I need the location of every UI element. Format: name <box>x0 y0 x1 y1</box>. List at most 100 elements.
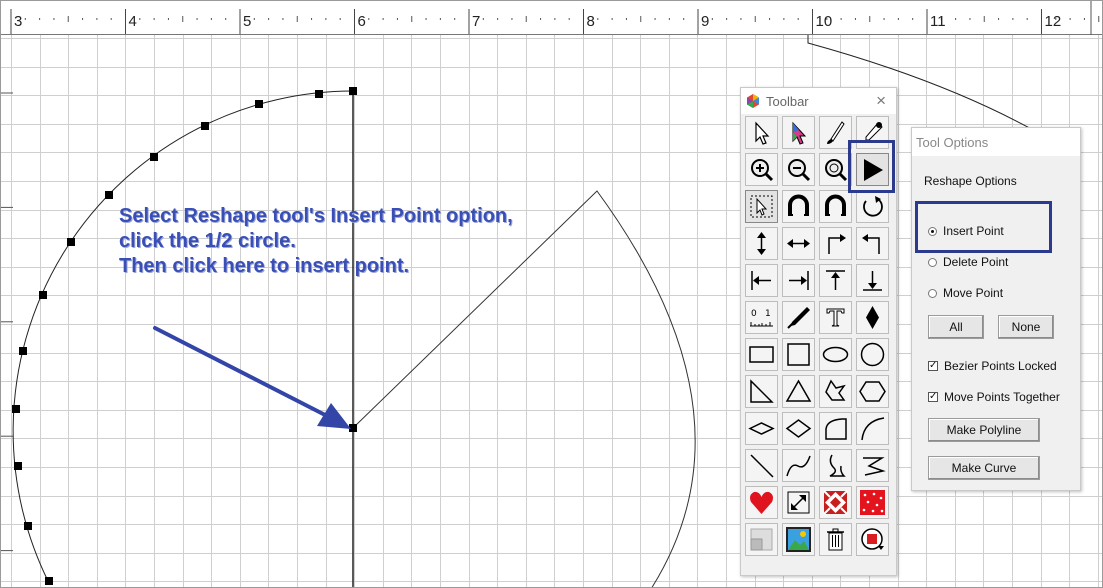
zoom-in-tool-button[interactable] <box>745 153 778 186</box>
ruler-number: 4 <box>128 13 137 30</box>
delete-point-label: Delete Point <box>943 255 1009 269</box>
close-icon[interactable]: × <box>876 91 886 111</box>
quarter-circle-icon <box>825 418 847 440</box>
triangle-icon <box>785 379 812 402</box>
rotate-icon <box>863 196 883 217</box>
move-point-radio[interactable]: Move Point <box>928 286 1003 300</box>
quarter-circle-tool-button[interactable] <box>819 412 852 445</box>
reshape-tool-highlight <box>848 140 895 193</box>
color-select-arrow-tool-button[interactable] <box>782 116 815 149</box>
select-box-tool-button[interactable] <box>745 190 778 223</box>
align-left-tool-button[interactable] <box>745 264 778 297</box>
s-curve-tool-button[interactable] <box>782 449 815 482</box>
move-point-label: Move Point <box>943 286 1004 300</box>
rectangle-icon <box>749 346 774 363</box>
resize-icon <box>787 491 810 514</box>
align-right-icon <box>789 271 809 290</box>
color-select-arrow-icon <box>792 121 807 145</box>
text-tool-icon <box>826 308 845 327</box>
arc-node-point <box>255 100 263 108</box>
move-point-radio-circle[interactable] <box>928 288 937 298</box>
make-polyline-button[interactable]: Make Polyline <box>928 418 1040 442</box>
arc-reverse-tool-button[interactable] <box>819 190 852 223</box>
knife-icon <box>787 307 810 329</box>
bezier-points-locked-checkbox[interactable]: ✓ Bezier Points Locked <box>928 359 1057 373</box>
arc-node-point <box>315 90 323 98</box>
align-top-tool-button[interactable] <box>819 264 852 297</box>
ellipse-tool-button[interactable] <box>819 338 852 371</box>
freehand-tool-button[interactable] <box>819 449 852 482</box>
tool-options-title: Tool Options <box>912 128 1080 156</box>
svg-text:1: 1 <box>765 309 771 319</box>
heart-tool-button[interactable] <box>745 486 778 519</box>
ruler-tool-button[interactable]: 01 <box>745 301 778 334</box>
select-arrow-icon <box>755 121 770 145</box>
arc-reverse-icon <box>825 194 846 216</box>
zoom-fit-icon <box>825 159 848 182</box>
right-triangle-tool-button[interactable] <box>745 375 778 408</box>
ruler-number: 10 <box>815 13 833 30</box>
zigzag-tool-button[interactable] <box>856 449 889 482</box>
bezier-checkbox-box[interactable]: ✓ <box>928 361 938 371</box>
arc-magnet-tool-button[interactable] <box>782 190 815 223</box>
trash-tool-button[interactable] <box>819 523 852 556</box>
hexagon-tool-button[interactable] <box>856 375 889 408</box>
diamond-outline-tool-button[interactable] <box>782 412 815 445</box>
select-arrow-tool-button[interactable] <box>745 116 778 149</box>
align-bottom-tool-button[interactable] <box>856 264 889 297</box>
horizontal-arrows-tool-button[interactable] <box>782 227 815 260</box>
rotate-tool-button[interactable] <box>856 190 889 223</box>
align-right-tool-button[interactable] <box>782 264 815 297</box>
pointer-arrow <box>153 326 351 429</box>
horizontal-arrows-icon <box>787 239 810 248</box>
move-together-checkbox-box[interactable]: ✓ <box>928 392 938 402</box>
horizontal-ruler[interactable]: 3 4 5 6 7 8 9 10 11 12 <box>1 1 1102 36</box>
align-left-icon <box>751 271 771 290</box>
triangle-tool-button[interactable] <box>782 375 815 408</box>
delete-point-radio[interactable]: Delete Point <box>928 255 1008 269</box>
quilt-block-icon <box>823 490 848 515</box>
wide-diamond-tool-button[interactable] <box>745 412 778 445</box>
all-button[interactable]: All <box>928 315 984 339</box>
square-icon <box>787 343 810 366</box>
right-triangle-icon <box>750 379 774 403</box>
hexagon-icon <box>859 381 886 402</box>
ellipse-icon <box>822 346 849 363</box>
knife-tool-button[interactable] <box>782 301 815 334</box>
corner-arrow-right-tool-button[interactable] <box>819 227 852 260</box>
curve-icon <box>861 417 885 441</box>
rectangle-tool-button[interactable] <box>745 338 778 371</box>
none-button[interactable]: None <box>998 315 1054 339</box>
quilt-block-tool-button[interactable] <box>819 486 852 519</box>
arc-node-point <box>201 122 209 130</box>
curve-tool-button[interactable] <box>856 412 889 445</box>
heart-icon <box>750 491 773 514</box>
photo-tool-button[interactable] <box>782 523 815 556</box>
irregular-shape-tool-button[interactable] <box>819 375 852 408</box>
zoom-out-tool-button[interactable] <box>782 153 815 186</box>
text-tool-tool-button[interactable] <box>819 301 852 334</box>
corner-arrow-left-tool-button[interactable] <box>856 227 889 260</box>
callout-line-2: click the 1/2 circle. <box>119 230 296 252</box>
toolbar-titlebar[interactable]: Toolbar <box>741 88 896 114</box>
corner-arrow-left-icon <box>862 234 880 254</box>
move-points-together-checkbox[interactable]: ✓ Move Points Together <box>928 390 1060 404</box>
layout-tool-button[interactable] <box>745 523 778 556</box>
freehand-icon <box>829 454 846 477</box>
make-curve-button[interactable]: Make Curve <box>928 456 1040 480</box>
arc-node-point <box>105 191 113 199</box>
resize-tool-button[interactable] <box>782 486 815 519</box>
wide-diamond-icon <box>748 422 775 435</box>
ruler-number: 3 <box>14 13 23 30</box>
irregular-shape-icon <box>825 379 846 401</box>
diamond-fill-tool-button[interactable] <box>856 301 889 334</box>
vertical-arrows-tool-button[interactable] <box>745 227 778 260</box>
line-tool-button[interactable] <box>745 449 778 482</box>
circle-tool-button[interactable] <box>856 338 889 371</box>
zoom-in-icon <box>751 159 774 182</box>
red-fabric-tool-button[interactable] <box>856 486 889 519</box>
square-tool-button[interactable] <box>782 338 815 371</box>
toolbar-title: Toolbar <box>766 93 809 109</box>
fabric-swap-tool-button[interactable] <box>856 523 889 556</box>
delete-point-radio-circle[interactable] <box>928 257 937 267</box>
